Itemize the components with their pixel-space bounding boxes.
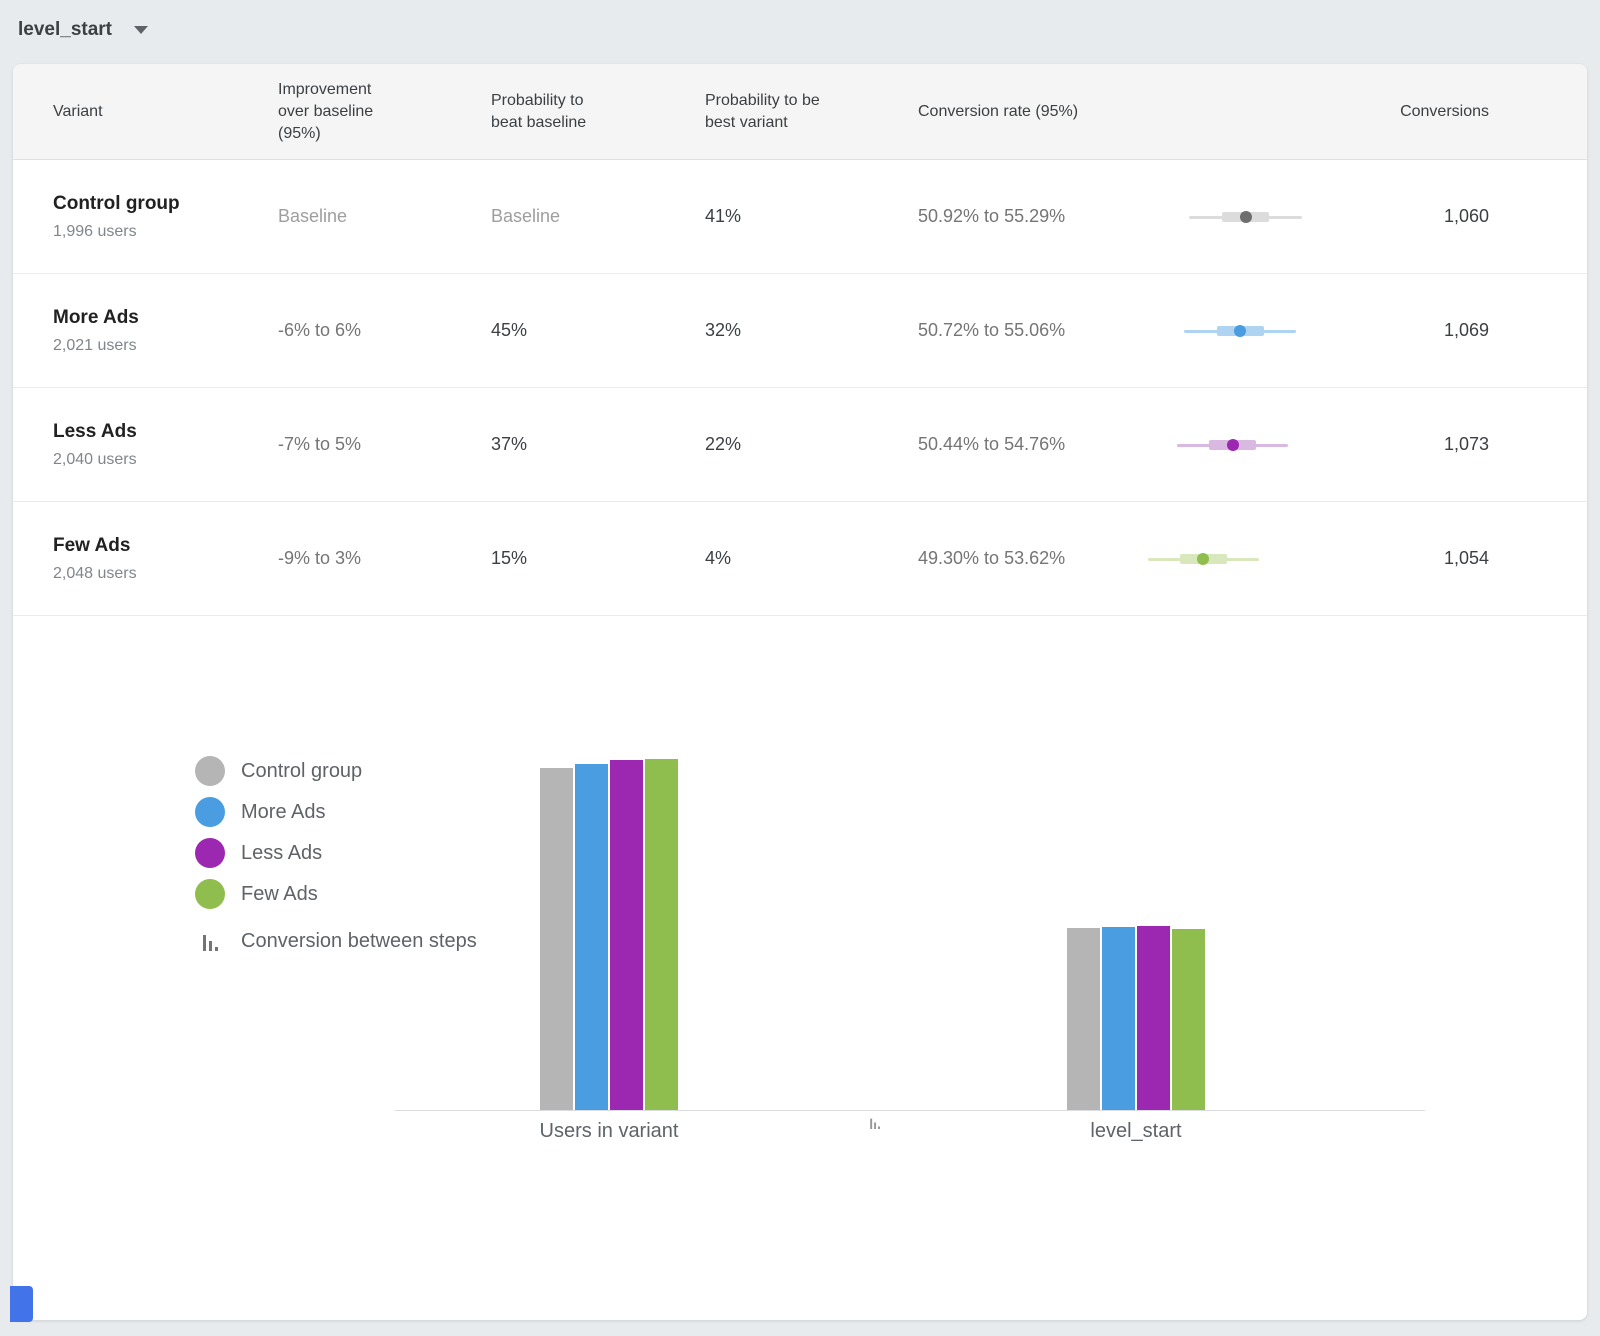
conversions-value: 1,069 (1308, 320, 1489, 341)
legend-color-swatch (195, 838, 225, 868)
legend-label: More Ads (241, 801, 325, 824)
conversion-steps-icon (865, 1116, 885, 1129)
variant-name: Few Ads (53, 535, 278, 557)
table-row: Control group 1,996 users Baseline Basel… (13, 160, 1587, 274)
x-axis-label-level-start: level_start (1090, 1120, 1181, 1143)
legend-label: Control group (241, 760, 362, 783)
conversion-steps-icon (195, 931, 225, 951)
interval-median-dot (1240, 211, 1252, 223)
legend-item-less-ads: Less Ads (195, 838, 477, 868)
metric-selector[interactable]: level_start (18, 12, 148, 48)
interval-median-dot (1234, 325, 1246, 337)
variant-name: Less Ads (53, 421, 278, 443)
col-header-variant: Variant (53, 101, 278, 123)
legend-item-control-group: Control group (195, 756, 477, 786)
interval-median-dot (1227, 439, 1239, 451)
metric-selector-label: level_start (18, 19, 112, 41)
bar-group-level-start (1067, 926, 1205, 1110)
col-header-prob-beat: Probability to beat baseline (491, 90, 631, 134)
improvement-value: -6% to 6% (278, 320, 491, 341)
confidence-interval-chart (1140, 551, 1310, 567)
page: level_start Variant Improvement over bas… (0, 0, 1600, 1336)
conv-rate-value: 50.44% to 54.76% (918, 434, 1140, 455)
variant-users: 1,996 users (53, 223, 278, 241)
conv-rate-value: 50.72% to 55.06% (918, 320, 1140, 341)
variant-cell: Less Ads 2,040 users (53, 421, 278, 469)
table-row: Less Ads 2,040 users -7% to 5% 37% 22% 5… (13, 388, 1587, 502)
prob-best-value: 4% (705, 548, 918, 569)
legend-item-more-ads: More Ads (195, 797, 477, 827)
x-axis-label-users-in-variant: Users in variant (540, 1120, 679, 1143)
variant-users: 2,021 users (53, 337, 278, 355)
bar-more-ads (1102, 927, 1135, 1110)
variant-name: Control group (53, 193, 278, 215)
col-header-prob-best: Probability to be best variant (705, 90, 845, 134)
legend-color-swatch (195, 797, 225, 827)
interval-median-dot (1197, 553, 1209, 565)
legend-color-swatch (195, 756, 225, 786)
conv-rate-value: 50.92% to 55.29% (918, 206, 1140, 227)
table-row: More Ads 2,021 users -6% to 6% 45% 32% 5… (13, 274, 1587, 388)
bar-control-group (1067, 928, 1100, 1110)
conversions-value: 1,054 (1308, 548, 1489, 569)
confidence-interval-chart (1140, 323, 1310, 339)
variant-users: 2,040 users (53, 451, 278, 469)
table-row: Few Ads 2,048 users -9% to 3% 15% 4% 49.… (13, 502, 1587, 616)
prob-best-value: 41% (705, 206, 918, 227)
confidence-interval-chart (1140, 437, 1310, 453)
legend-color-swatch (195, 879, 225, 909)
prob-beat-value: 37% (491, 434, 705, 455)
conversions-value: 1,073 (1308, 434, 1489, 455)
bar-less-ads (610, 760, 643, 1110)
x-axis-line (395, 1110, 1425, 1111)
bar-more-ads (575, 764, 608, 1110)
variant-cell: More Ads 2,021 users (53, 307, 278, 355)
bar-few-ads (645, 759, 678, 1110)
legend-item-few-ads: Few Ads (195, 879, 477, 909)
chart-legend: Control group More Ads Less Ads Few Ads … (195, 756, 477, 956)
confidence-interval-chart (1140, 209, 1310, 225)
improvement-value: Baseline (278, 206, 491, 227)
prob-best-value: 22% (705, 434, 918, 455)
col-header-conv-rate: Conversion rate (95%) (918, 101, 1140, 123)
prob-beat-value: 45% (491, 320, 705, 341)
table-header: Variant Improvement over baseline (95%) … (13, 64, 1587, 160)
prob-beat-value: 15% (491, 548, 705, 569)
variant-name: More Ads (53, 307, 278, 329)
col-header-improvement: Improvement over baseline (95%) (278, 79, 418, 145)
conv-rate-value: 49.30% to 53.62% (918, 548, 1140, 569)
prob-best-value: 32% (705, 320, 918, 341)
chevron-down-icon (134, 26, 148, 34)
prob-beat-value: Baseline (491, 206, 705, 227)
variant-cell: Few Ads 2,048 users (53, 535, 278, 583)
col-header-conversions: Conversions (1400, 101, 1489, 123)
conversions-value: 1,060 (1308, 206, 1489, 227)
variant-cell: Control group 1,996 users (53, 193, 278, 241)
results-card: Variant Improvement over baseline (95%) … (13, 64, 1587, 1320)
legend-label: Less Ads (241, 842, 322, 865)
bar-control-group (540, 768, 573, 1110)
partial-blue-button[interactable] (10, 1286, 33, 1322)
variant-users: 2,048 users (53, 565, 278, 583)
legend-item-conversion-steps: Conversion between steps (195, 926, 477, 956)
bar-group-users-in-variant (540, 759, 678, 1110)
improvement-value: -7% to 5% (278, 434, 491, 455)
improvement-value: -9% to 3% (278, 548, 491, 569)
legend-label: Few Ads (241, 883, 318, 906)
legend-label: Conversion between steps (241, 930, 477, 953)
bar-few-ads (1172, 929, 1205, 1110)
funnel-bar-chart: Control group More Ads Less Ads Few Ads … (13, 616, 1587, 1320)
bar-less-ads (1137, 926, 1170, 1110)
